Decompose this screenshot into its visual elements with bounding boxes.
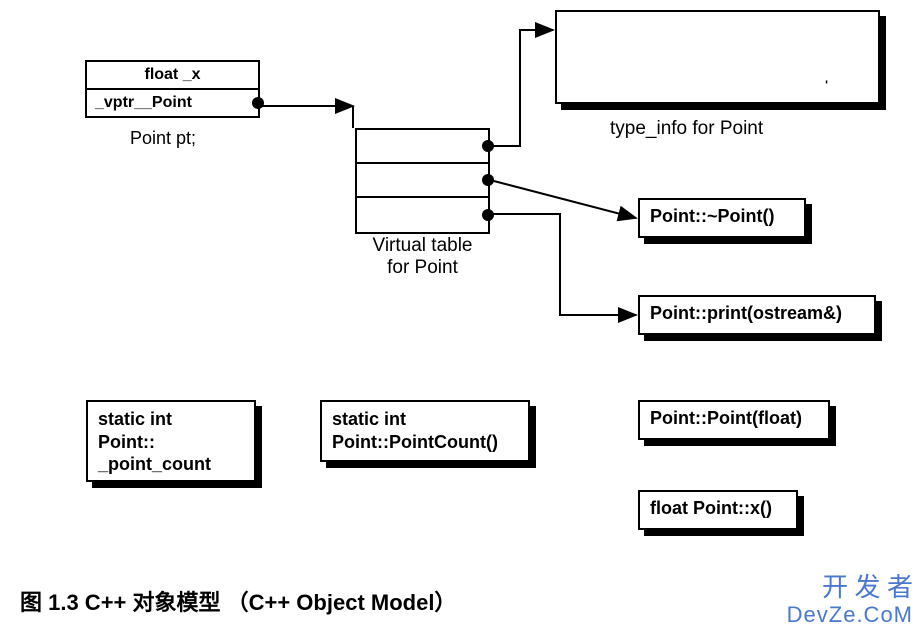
static-count-label: static int Point:: _point_count bbox=[98, 409, 211, 474]
point-vptr-label: _vptr__Point bbox=[95, 94, 192, 111]
vtable-slot-2 bbox=[357, 198, 488, 232]
figure-caption: 图 1.3 C++ 对象模型 （C++ Object Model） bbox=[20, 585, 456, 617]
point-vptr-field: _vptr__Point bbox=[87, 90, 258, 116]
vtable-slot-1 bbox=[357, 164, 488, 198]
dtor-box: Point::~Point() bbox=[638, 198, 806, 238]
pointer-dot-icon bbox=[482, 140, 494, 152]
point-object-caption: Point pt; bbox=[130, 128, 196, 149]
getx-box: float Point::x() bbox=[638, 490, 798, 530]
static-count-box: static int Point:: _point_count bbox=[86, 400, 256, 482]
point-field-x: float _x bbox=[87, 62, 258, 90]
vtable-box bbox=[355, 128, 490, 234]
print-label: Point::print(ostream&) bbox=[650, 303, 842, 323]
static-fn-label: static int Point::PointCount() bbox=[332, 409, 498, 452]
watermark: 开 发 者 DevZe.CoM bbox=[787, 574, 913, 627]
vtable-caption-line1: Virtual table bbox=[373, 235, 473, 256]
typeinfo-box: ' bbox=[555, 10, 880, 104]
getx-label: float Point::x() bbox=[650, 498, 772, 518]
typeinfo-caption: type_info for Point bbox=[610, 118, 763, 140]
vtable-caption-line2: for Point bbox=[387, 257, 458, 278]
dtor-label: Point::~Point() bbox=[650, 206, 774, 226]
diagram-container: float _x _vptr__Point Point pt; Virtual … bbox=[0, 0, 923, 637]
watermark-line1: 开 发 者 bbox=[787, 574, 913, 603]
ctor-label: Point::Point(float) bbox=[650, 408, 802, 428]
vtable-caption: Virtual table for Point bbox=[355, 235, 490, 279]
pointer-dot-icon bbox=[482, 209, 494, 221]
tiny-mark: ' bbox=[825, 78, 828, 92]
point-object-box: float _x _vptr__Point bbox=[85, 60, 260, 118]
static-fn-box: static int Point::PointCount() bbox=[320, 400, 530, 462]
pointer-dot-icon bbox=[482, 174, 494, 186]
vtable-slot-0 bbox=[357, 130, 488, 164]
watermark-line2: DevZe.CoM bbox=[787, 603, 913, 627]
ctor-box: Point::Point(float) bbox=[638, 400, 830, 440]
print-box: Point::print(ostream&) bbox=[638, 295, 876, 335]
pointer-dot-icon bbox=[252, 97, 264, 109]
